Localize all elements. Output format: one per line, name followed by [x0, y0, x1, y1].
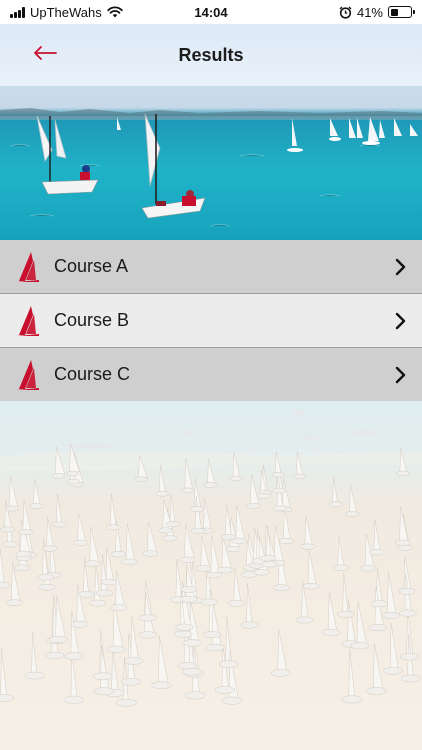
course-list: Course A Course B Course C	[0, 240, 422, 402]
signal-icon	[10, 6, 25, 18]
page-title: Results	[178, 44, 244, 65]
beach-overlay	[0, 401, 422, 750]
sailing-scene	[0, 108, 422, 227]
wifi-icon	[107, 6, 123, 18]
back-button[interactable]	[28, 38, 62, 68]
course-label: Course B	[54, 310, 130, 330]
beach-background-photo	[0, 401, 422, 750]
sail-logo-icon	[17, 251, 39, 282]
course-row-a[interactable]: Course A	[0, 240, 422, 294]
chevron-right-icon	[395, 312, 406, 329]
battery-percent: 41%	[356, 4, 383, 20]
battery-level	[390, 8, 399, 16]
sail-logo-icon	[17, 305, 39, 336]
alarm-icon	[339, 6, 352, 19]
nav-bar: Results	[0, 24, 422, 86]
sail-logo-icon	[17, 359, 39, 390]
chevron-right-icon	[395, 366, 406, 383]
hero-sailing-photo	[0, 86, 422, 240]
status-right: 41%	[339, 4, 415, 20]
battery-icon	[388, 6, 415, 18]
arrow-left-icon	[34, 46, 57, 60]
course-label: Course A	[54, 256, 129, 276]
chevron-right-icon	[395, 258, 406, 275]
course-row-c[interactable]: Course C	[0, 348, 422, 402]
course-row-b[interactable]: Course B	[0, 294, 422, 348]
status-left: UpTheWahs	[10, 5, 123, 20]
course-label: Course C	[54, 364, 131, 384]
status-bar: UpTheWahs 14:04 41%	[0, 0, 422, 24]
carrier-name: UpTheWahs	[30, 4, 102, 20]
